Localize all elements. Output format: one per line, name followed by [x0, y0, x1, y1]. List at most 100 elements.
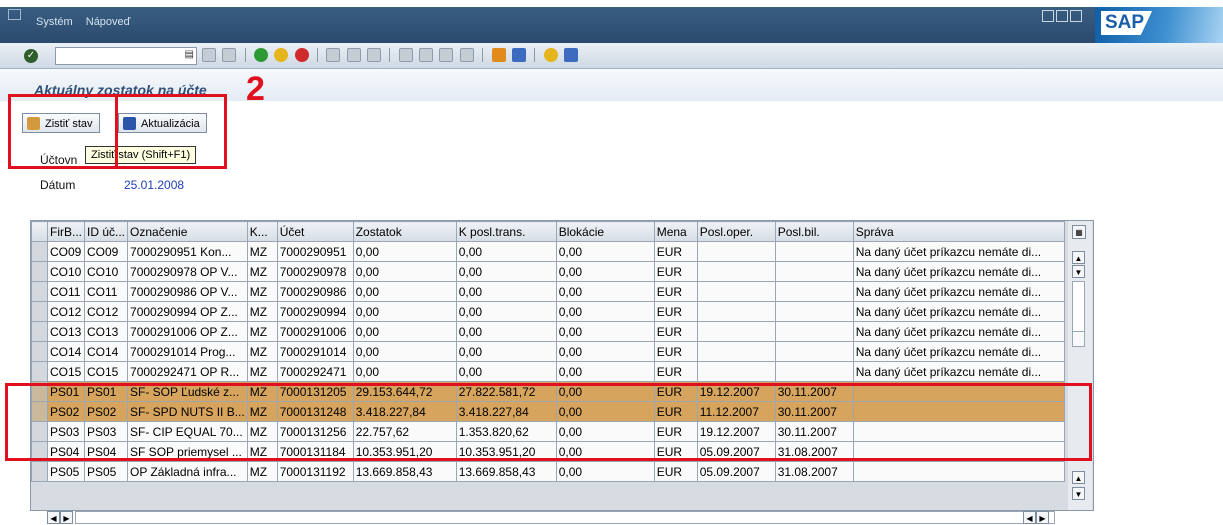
- table-cell[interactable]: EUR: [653, 461, 698, 482]
- table-cell[interactable]: MZ: [246, 241, 278, 262]
- table-cell[interactable]: EUR: [653, 301, 698, 322]
- table-cell[interactable]: [852, 381, 1065, 402]
- table-cell[interactable]: 0,00: [455, 321, 557, 342]
- column-header[interactable]: K posl.trans.: [455, 221, 557, 242]
- column-header[interactable]: K...: [246, 221, 278, 242]
- table-cell[interactable]: [696, 281, 776, 302]
- table-cell[interactable]: 7000290994: [276, 301, 354, 322]
- table-cell[interactable]: MZ: [246, 361, 278, 382]
- table-cell[interactable]: 13.669.858,43: [352, 461, 457, 482]
- table-cell[interactable]: 11.12.2007: [696, 401, 776, 422]
- table-cell[interactable]: 0,00: [352, 281, 457, 302]
- table-cell[interactable]: 0,00: [555, 381, 655, 402]
- table-cell[interactable]: CO09: [47, 241, 85, 262]
- column-header[interactable]: Posl.oper.: [696, 221, 776, 242]
- table-row[interactable]: PS02 PS02 SF- SPD NUTS II B... MZ 7000131248…: [31, 401, 1065, 422]
- table-cell[interactable]: 7000290978 OP V...: [127, 261, 248, 282]
- command-history-icon[interactable]: ▤: [185, 49, 194, 60]
- column-header[interactable]: Posl.bil.: [774, 221, 854, 242]
- table-cell[interactable]: 22.757,62: [352, 421, 457, 442]
- table-cell[interactable]: 7000290951 Kon...: [127, 241, 248, 262]
- table-cell[interactable]: [774, 241, 854, 262]
- table-cell[interactable]: 0,00: [555, 421, 655, 442]
- table-cell[interactable]: PS02: [83, 401, 129, 422]
- table-cell[interactable]: 10.353.951,20: [455, 441, 557, 462]
- table-cell[interactable]: CO10: [83, 261, 129, 282]
- table-cell[interactable]: CO13: [83, 321, 129, 342]
- table-cell[interactable]: Na daný účet príkazcu nemáte di...: [852, 281, 1065, 302]
- table-row[interactable]: CO13 CO13 7000291006 OP Z... MZ 7000291006 0,…: [31, 321, 1065, 342]
- scroll-down-icon[interactable]: ▼: [1072, 265, 1085, 278]
- table-cell[interactable]: EUR: [653, 381, 698, 402]
- table-cell[interactable]: EUR: [653, 281, 698, 302]
- scroll-down-bottom-icon[interactable]: ▼: [1072, 487, 1085, 500]
- column-header[interactable]: ID úč...: [83, 221, 129, 242]
- row-selector[interactable]: [31, 281, 48, 302]
- table-cell[interactable]: 29.153.644,72: [352, 381, 457, 402]
- table-cell[interactable]: 30.11.2007: [774, 421, 854, 442]
- enter-icon[interactable]: ✓: [24, 49, 38, 63]
- table-cell[interactable]: 7000131256: [276, 421, 354, 442]
- row-selector[interactable]: [31, 401, 48, 422]
- table-cell[interactable]: PS03: [83, 421, 129, 442]
- table-cell[interactable]: 0,00: [555, 241, 655, 262]
- row-selector[interactable]: [31, 241, 48, 262]
- table-cell[interactable]: SF- SOP Ľudské z...: [127, 381, 248, 402]
- row-selector[interactable]: [31, 361, 48, 382]
- table-cell[interactable]: [852, 401, 1065, 422]
- table-cell[interactable]: 0,00: [352, 341, 457, 362]
- table-cell[interactable]: 7000290986: [276, 281, 354, 302]
- table-cell[interactable]: EUR: [653, 321, 698, 342]
- table-cell[interactable]: EUR: [653, 241, 698, 262]
- table-row[interactable]: PS04 PS04 SF SOP priemysel ... MZ 7000131184…: [31, 441, 1065, 462]
- layout-menu-icon[interactable]: [563, 48, 578, 62]
- menu-item-system[interactable]: Systém: [36, 16, 73, 28]
- table-cell[interactable]: [696, 241, 776, 262]
- table-cell[interactable]: MZ: [246, 261, 278, 282]
- vertical-scrollbar[interactable]: ▦ ▲ ▼ ▲ ▼: [1068, 221, 1092, 510]
- table-cell[interactable]: 30.11.2007: [774, 401, 854, 422]
- table-cell[interactable]: [774, 321, 854, 342]
- row-selector[interactable]: [31, 261, 48, 282]
- table-cell[interactable]: 7000292471 OP R...: [127, 361, 248, 382]
- table-cell[interactable]: OP Základná infra...: [127, 461, 248, 482]
- table-cell[interactable]: [852, 421, 1065, 442]
- table-cell[interactable]: 7000131205: [276, 381, 354, 402]
- table-cell[interactable]: [696, 301, 776, 322]
- table-cell[interactable]: 0,00: [555, 461, 655, 482]
- table-cell[interactable]: 0,00: [352, 261, 457, 282]
- table-cell[interactable]: PS05: [83, 461, 129, 482]
- print-icon[interactable]: [326, 48, 341, 62]
- zistit-stav-button[interactable]: Zistiť stav: [22, 113, 100, 133]
- table-cell[interactable]: [852, 461, 1065, 482]
- table-cell[interactable]: 10.353.951,20: [352, 441, 457, 462]
- table-cell[interactable]: MZ: [246, 421, 278, 442]
- table-row[interactable]: CO09 CO09 7000290951 Kon... MZ 7000290951 0,0…: [31, 241, 1065, 262]
- menu-item-help[interactable]: Nápoveď: [86, 16, 131, 28]
- table-cell[interactable]: EUR: [653, 361, 698, 382]
- table-cell[interactable]: 0,00: [352, 321, 457, 342]
- table-cell[interactable]: [774, 301, 854, 322]
- table-cell[interactable]: 0,00: [352, 241, 457, 262]
- table-cell[interactable]: 31.08.2007: [774, 461, 854, 482]
- table-cell[interactable]: 3.418.227,84: [352, 401, 457, 422]
- first-page-icon[interactable]: [398, 48, 413, 62]
- table-cell[interactable]: CO10: [47, 261, 85, 282]
- table-cell[interactable]: 7000291006 OP Z...: [127, 321, 248, 342]
- table-cell[interactable]: MZ: [246, 321, 278, 342]
- table-cell[interactable]: 0,00: [455, 361, 557, 382]
- table-cell[interactable]: 1.353.820,62: [455, 421, 557, 442]
- table-cell[interactable]: 0,00: [555, 281, 655, 302]
- row-selector[interactable]: [31, 421, 48, 442]
- table-cell[interactable]: 7000290978: [276, 261, 354, 282]
- scroll-up-icon[interactable]: ▲: [1072, 251, 1085, 264]
- table-cell[interactable]: 27.822.581,72: [455, 381, 557, 402]
- find-icon[interactable]: [346, 48, 361, 62]
- table-cell[interactable]: 7000291014 Prog...: [127, 341, 248, 362]
- table-cell[interactable]: Na daný účet príkazcu nemáte di...: [852, 361, 1065, 382]
- table-row[interactable]: PS01 PS01 SF- SOP Ľudské z... MZ 7000131205 2…: [31, 381, 1065, 402]
- row-selector[interactable]: [31, 341, 48, 362]
- command-input[interactable]: [56, 49, 180, 63]
- table-cell[interactable]: [696, 361, 776, 382]
- minimize-icon[interactable]: [1042, 10, 1054, 22]
